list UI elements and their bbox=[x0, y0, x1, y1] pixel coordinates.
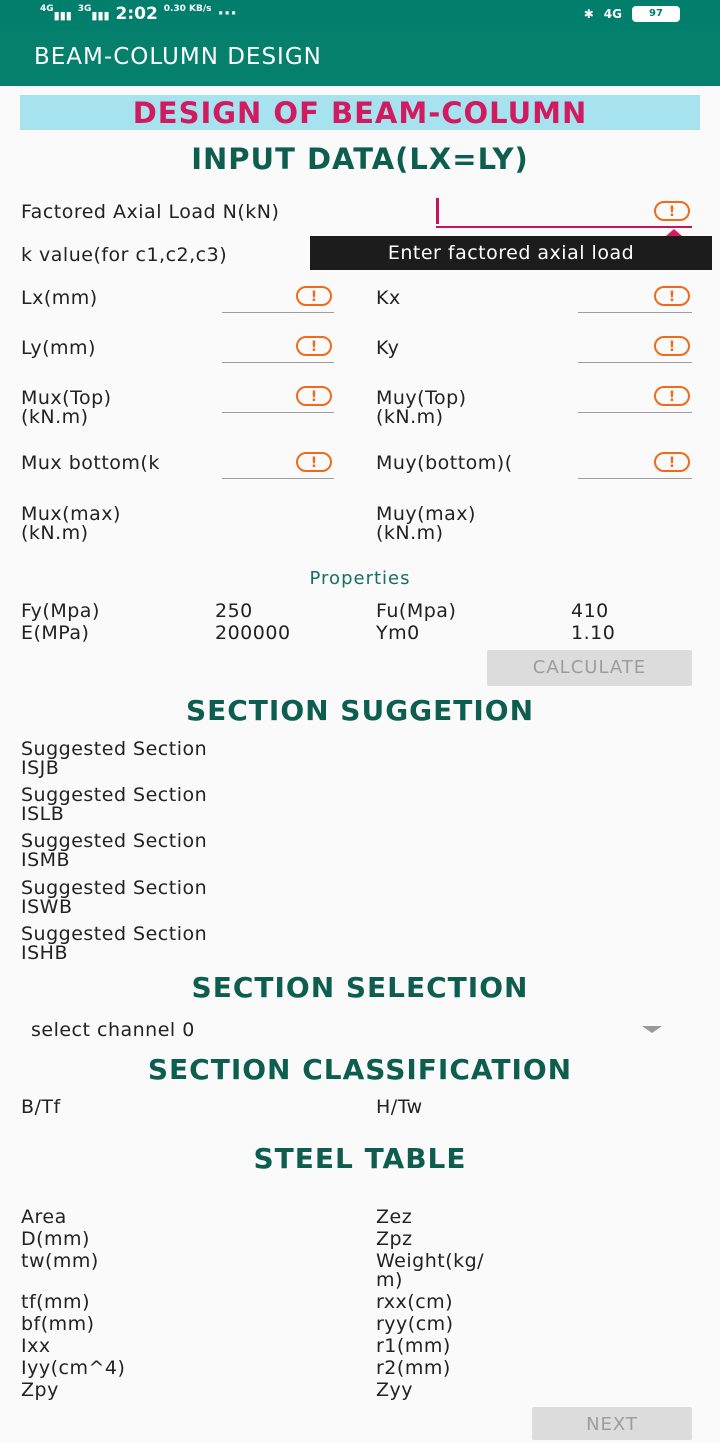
ky-label: Ky bbox=[376, 337, 400, 359]
status-time: 2:02 bbox=[115, 4, 158, 24]
mux-bottom-label: Mux bottom(k bbox=[21, 454, 160, 473]
lx-warning-icon[interactable]: ! bbox=[296, 286, 332, 306]
bluetooth-icon: ✱ bbox=[583, 7, 594, 21]
zpy-label: Zpy bbox=[21, 1379, 59, 1401]
tw-label: tw(mm) bbox=[21, 1250, 99, 1272]
ym0-label: Ym0 bbox=[376, 622, 420, 644]
suggested-section-ismb: ISMB bbox=[21, 849, 71, 871]
area-label: Area bbox=[21, 1206, 67, 1228]
signal-3g-icon: 3G bbox=[77, 4, 92, 14]
dropdown-arrow-icon[interactable] bbox=[642, 1026, 662, 1033]
steel-table-heading: STEEL TABLE bbox=[253, 1142, 467, 1175]
mux-max-unit: (kN.m) bbox=[21, 522, 89, 544]
tooltip-arrow bbox=[666, 229, 682, 236]
muy-top-warning-icon[interactable]: ! bbox=[654, 386, 690, 406]
r1-label: r1(mm) bbox=[376, 1335, 451, 1357]
muy-max-unit: (kN.m) bbox=[376, 522, 444, 544]
k-value-label: k value(for c1,c2,c3) bbox=[21, 244, 228, 266]
kx-label: Kx bbox=[376, 287, 401, 309]
kx-warning-icon[interactable]: ! bbox=[654, 286, 690, 306]
bf-label: bf(mm) bbox=[21, 1313, 95, 1335]
network-4g-icon: 4G bbox=[603, 7, 622, 21]
suggested-section-ishb: ISHB bbox=[21, 942, 68, 964]
ly-warning-icon[interactable]: ! bbox=[296, 336, 332, 356]
fu-value: 410 bbox=[571, 600, 609, 622]
input-data-heading: INPUT DATA(LX=LY) bbox=[191, 142, 529, 176]
suggested-section-isjb: ISJB bbox=[21, 757, 60, 779]
e-label: E(MPa) bbox=[21, 622, 90, 644]
ryy-label: ryy(cm) bbox=[376, 1313, 454, 1335]
muy-bottom-label: Muy(bottom)( bbox=[376, 454, 513, 473]
fy-label: Fy(Mpa) bbox=[21, 600, 100, 622]
ky-warning-icon[interactable]: ! bbox=[654, 336, 690, 356]
status-left: 4G▮▮▮ 3G▮▮▮ 2:02 0.30 KB/s ··· bbox=[40, 4, 237, 24]
section-selection-heading: SECTION SELECTION bbox=[191, 971, 529, 1004]
suggested-section-iswb: ISWB bbox=[21, 896, 73, 918]
channel-select-value: select channel 0 bbox=[31, 1019, 195, 1041]
lx-label: Lx(mm) bbox=[21, 287, 98, 309]
error-tooltip: Enter factored axial load bbox=[310, 236, 712, 270]
battery-icon: 97 bbox=[632, 6, 680, 22]
e-value: 200000 bbox=[215, 622, 291, 644]
mux-top-warning-icon[interactable]: ! bbox=[296, 386, 332, 406]
depth-label: D(mm) bbox=[21, 1228, 90, 1250]
fy-value: 250 bbox=[215, 600, 253, 622]
status-bar: 4G▮▮▮ 3G▮▮▮ 2:02 0.30 KB/s ··· ✱ 4G 97 bbox=[0, 0, 720, 30]
text-cursor bbox=[436, 198, 439, 224]
tf-label: tf(mm) bbox=[21, 1291, 90, 1313]
rxx-label: rxx(cm) bbox=[376, 1291, 454, 1313]
fu-label: Fu(Mpa) bbox=[376, 600, 457, 622]
section-suggestion-heading: SECTION SUGGETION bbox=[185, 694, 535, 727]
status-dots: ··· bbox=[217, 4, 237, 24]
app-bar: BEAM-COLUMN DESIGN bbox=[0, 30, 720, 86]
section-classification-heading: SECTION CLASSIFICATION bbox=[147, 1053, 573, 1086]
bt-label: B/Tf bbox=[21, 1096, 61, 1118]
next-button[interactable]: NEXT bbox=[532, 1407, 692, 1440]
status-speed: 0.30 KB/s bbox=[163, 4, 212, 14]
suggested-section-islb: ISLB bbox=[21, 803, 65, 825]
status-right: ✱ 4G 97 bbox=[584, 6, 680, 22]
zez-label: Zez bbox=[376, 1206, 413, 1228]
axial-load-warning-icon[interactable]: ! bbox=[654, 201, 690, 221]
r2-label: r2(mm) bbox=[376, 1357, 451, 1379]
zyy-label: Zyy bbox=[376, 1379, 414, 1401]
ht-label: H/Tw bbox=[376, 1096, 423, 1118]
page-banner: DESIGN OF BEAM-COLUMN bbox=[20, 95, 700, 130]
properties-title: Properties bbox=[309, 568, 411, 589]
zpz-label: Zpz bbox=[376, 1228, 413, 1250]
mux-top-unit: (kN.m) bbox=[21, 406, 89, 428]
ixx-label: Ixx bbox=[21, 1335, 51, 1357]
channel-select[interactable]: select channel 0 bbox=[20, 1012, 670, 1048]
muy-top-unit: (kN.m) bbox=[376, 406, 444, 428]
mux-bottom-warning-icon[interactable]: ! bbox=[296, 452, 332, 472]
muy-bottom-warning-icon[interactable]: ! bbox=[654, 452, 690, 472]
ly-label: Ly(mm) bbox=[21, 337, 96, 359]
iyy-label: Iyy(cm^4) bbox=[21, 1357, 126, 1379]
signal-4g-icon: 4G bbox=[40, 4, 54, 14]
axial-load-label: Factored Axial Load N(kN) bbox=[21, 201, 280, 223]
weight-unit-label: m) bbox=[376, 1269, 403, 1291]
calculate-button[interactable]: CALCULATE bbox=[487, 650, 692, 686]
app-title: BEAM-COLUMN DESIGN bbox=[34, 44, 322, 70]
ym0-value: 1.10 bbox=[571, 622, 616, 644]
